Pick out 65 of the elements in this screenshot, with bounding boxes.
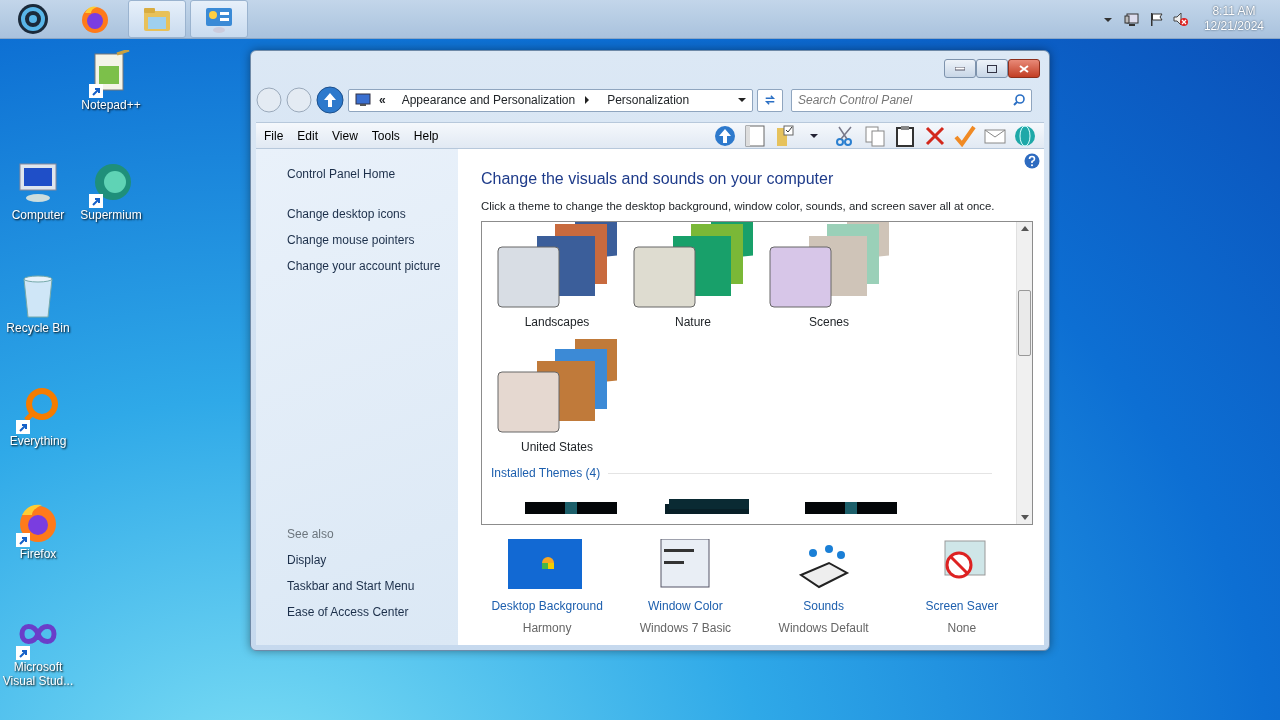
theme-name[interactable]: Nature	[675, 313, 711, 332]
muted-speaker-icon[interactable]	[1171, 11, 1188, 27]
icon-label[interactable]: Computer	[11, 208, 65, 223]
description-text: Click a theme to change the desktop background, window color, sounds, and screen saver all at once.	[481, 199, 996, 214]
clock-date: 12/21/2024	[1203, 19, 1264, 34]
setting-link[interactable]: Desktop Background	[491, 597, 603, 616]
menu-item[interactable]: Help	[413, 126, 439, 145]
clock-time: 8:11 AM	[1211, 4, 1257, 19]
section-heading: Installed Themes (4)	[491, 465, 601, 483]
scrollbar-thumb[interactable]	[1018, 290, 1031, 357]
monitor-icon	[355, 93, 371, 107]
theme-name[interactable]: Landscapes	[524, 313, 590, 332]
checkmark-icon[interactable]	[954, 124, 976, 147]
menu-item[interactable]: Edit	[297, 126, 319, 145]
breadcrumb-item[interactable]: Personalization	[607, 91, 690, 109]
sidebar-link[interactable]: Control Panel Home	[287, 165, 458, 183]
sidebar-link[interactable]: Taskbar and Start Menu	[287, 577, 458, 595]
clipboard-icon[interactable]	[894, 124, 916, 147]
refresh-icon	[764, 94, 776, 106]
scroll-up-icon[interactable]	[1020, 225, 1029, 232]
menu-item[interactable]: Tools	[371, 126, 400, 145]
setting-value: None	[947, 620, 977, 638]
refresh-button[interactable]	[757, 88, 783, 112]
help-icon[interactable]	[1024, 153, 1040, 169]
search-field[interactable]: Search Control Panel	[791, 88, 1032, 112]
close-icon	[1019, 64, 1029, 73]
globe-icon[interactable]	[1014, 124, 1036, 147]
sidebar-link[interactable]: Ease of Access Center	[287, 603, 458, 621]
up-button[interactable]	[316, 86, 344, 114]
breadcrumb-overflow[interactable]: «	[379, 91, 386, 109]
scroll-down-icon[interactable]	[1020, 515, 1029, 522]
dropdown-icon[interactable]	[738, 96, 746, 104]
see-also-heading: See also	[287, 526, 335, 543]
maximize-button[interactable]	[976, 59, 1008, 78]
sidebar-link[interactable]: Change desktop icons	[287, 205, 458, 223]
close-button[interactable]	[1008, 59, 1040, 78]
setting-link[interactable]: Window Color	[648, 597, 723, 616]
breadcrumb-item[interactable]: Appearance and Personalization	[401, 91, 576, 109]
start-orb-icon	[17, 3, 49, 35]
setting-link[interactable]: Sounds	[803, 597, 844, 616]
page-heading: Change the visuals and sounds on your computer	[481, 169, 835, 189]
sidebar-link[interactable]: Display	[287, 551, 458, 569]
theme-name[interactable]: Scenes	[809, 313, 849, 332]
menu-item[interactable]: View	[332, 126, 358, 145]
setting-value: Windows 7 Basic	[639, 620, 732, 638]
setting-value: Harmony	[522, 620, 572, 638]
menu-item[interactable]: File	[264, 126, 284, 145]
setting-value: Windows Default	[778, 620, 869, 638]
theme-name[interactable]: United States	[520, 438, 593, 457]
maximize-icon	[987, 64, 997, 73]
folder-check-icon[interactable]	[774, 124, 796, 147]
theme-preview-drawing[interactable]	[497, 222, 617, 310]
sidebar-link[interactable]: Change your account picture	[287, 257, 458, 275]
minimize-icon	[955, 66, 965, 71]
address-bar[interactable]: « Appearance and Personalization Personalization	[348, 88, 753, 112]
setting-link[interactable]: Screen Saver	[925, 597, 999, 616]
chevron-icon[interactable]	[583, 96, 592, 104]
search-placeholder: Search Control Panel	[798, 92, 913, 109]
icon-label[interactable]: Supermium	[80, 208, 142, 223]
search-icon	[1013, 94, 1025, 106]
sidebar-link[interactable]: Change mouse pointers	[287, 231, 458, 249]
delete-icon[interactable]	[924, 124, 946, 147]
icon-label[interactable]: Notepad++	[81, 98, 141, 113]
scrollbar[interactable]	[1016, 222, 1032, 525]
network-icon[interactable]	[1123, 11, 1140, 27]
